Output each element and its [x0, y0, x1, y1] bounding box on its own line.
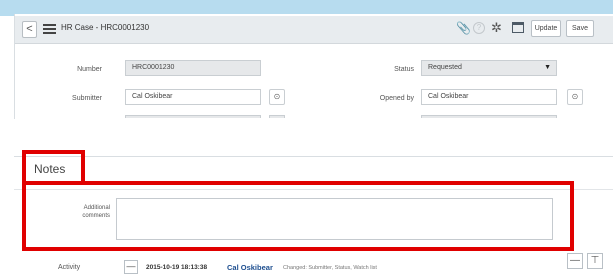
number-field[interactable]: HRC0001230: [125, 60, 261, 76]
save-button[interactable]: Save: [566, 20, 594, 37]
activity-pulse-icon[interactable]: ✲: [491, 20, 502, 36]
submitter-label: Submitter: [72, 95, 102, 102]
activity-label: Activity: [58, 264, 81, 271]
opened-by-field[interactable]: Cal Oskibear: [421, 89, 557, 105]
activity-timestamp: 2015-10-19 18:13:38: [146, 264, 208, 271]
collapse-activity-button[interactable]: —: [124, 260, 138, 274]
filter-icon[interactable]: ⊤: [587, 253, 603, 269]
help-icon[interactable]: ?: [473, 22, 485, 34]
hamburger-menu-icon[interactable]: [43, 24, 56, 34]
activity-change-text: Changed: Submitter, Status, Watch list: [283, 265, 377, 271]
cropped-field-button: [269, 115, 285, 118]
minus-button[interactable]: —: [567, 253, 583, 269]
notes-divider: [14, 189, 613, 190]
window-icon[interactable]: [512, 22, 524, 33]
section-divider: [14, 156, 613, 157]
page-title: HR Case - HRC0001230: [61, 23, 150, 32]
status-select[interactable]: Requested ▼: [421, 60, 557, 76]
paperclip-icon[interactable]: 📎: [456, 20, 471, 36]
submitter-lookup-icon[interactable]: ⊙: [269, 89, 285, 105]
update-button[interactable]: Update: [531, 20, 561, 37]
opened-by-label: Opened by: [379, 95, 414, 102]
activity-user-link[interactable]: Cal Oskibear: [227, 263, 273, 272]
chevron-down-icon: ▼: [544, 64, 551, 71]
opened-by-lookup-icon[interactable]: ⊙: [567, 89, 583, 105]
additional-comments-label: Additional comments: [82, 205, 110, 219]
status-value: Requested: [428, 64, 462, 71]
back-button[interactable]: <: [22, 21, 37, 38]
notes-section-title: Notes: [34, 162, 66, 176]
section-gap: [0, 119, 613, 156]
submitter-field[interactable]: Cal Oskibear: [125, 89, 261, 105]
cropped-field: [125, 115, 261, 118]
additional-comments-textarea[interactable]: [116, 198, 553, 240]
cropped-field: [421, 115, 557, 118]
number-label: Number: [77, 66, 102, 73]
status-label: Status: [394, 66, 414, 73]
